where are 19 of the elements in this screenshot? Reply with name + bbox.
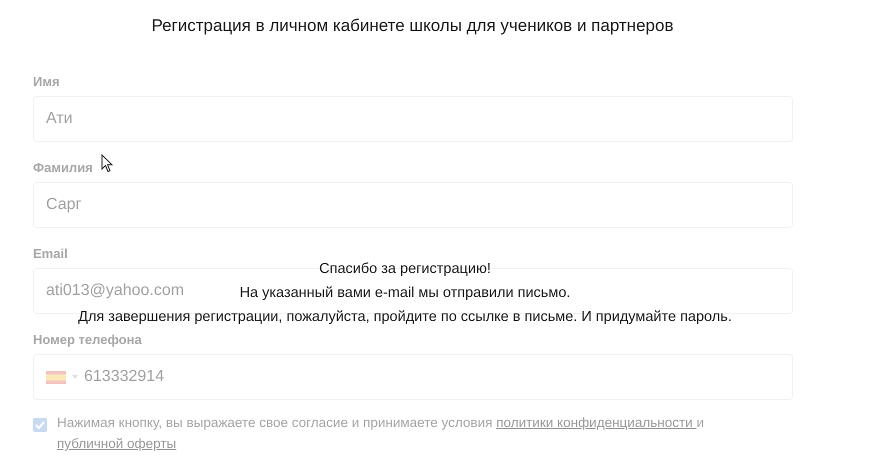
page-title: Регистрация в личном кабинете школы для учеников и партнеров bbox=[150, 16, 674, 36]
message-text: На указанный вами e-mail мы отправили письмо. bbox=[240, 284, 570, 303]
field-label: Email bbox=[33, 246, 68, 260]
consent-text: Нажимая кнопку, вы выражаете свое согласие и принимаете условия политики конфиденциальности и публичной оферты bbox=[57, 414, 705, 453]
checkbox[interactable] bbox=[33, 418, 47, 432]
field-value: ati013@yahoo.com bbox=[46, 282, 184, 300]
field-value: 613332914 bbox=[84, 368, 164, 386]
input-field[interactable]: Сарг bbox=[33, 182, 793, 228]
phone-field[interactable]: 613332914 bbox=[33, 354, 793, 400]
field-value: Сарг bbox=[46, 196, 82, 214]
policy-link[interactable]: публичной оферты bbox=[57, 436, 176, 451]
field-label: Номер телефона bbox=[33, 332, 142, 346]
policy-link[interactable]: политики конфиденциальности bbox=[496, 415, 696, 430]
flag-icon bbox=[46, 370, 66, 384]
field-label: Фамилия bbox=[33, 160, 93, 174]
field-value: Ати bbox=[46, 110, 73, 128]
field-label: Имя bbox=[33, 74, 60, 88]
mouse-pointer-icon bbox=[101, 154, 113, 173]
input-field[interactable]: Ати bbox=[33, 96, 793, 142]
